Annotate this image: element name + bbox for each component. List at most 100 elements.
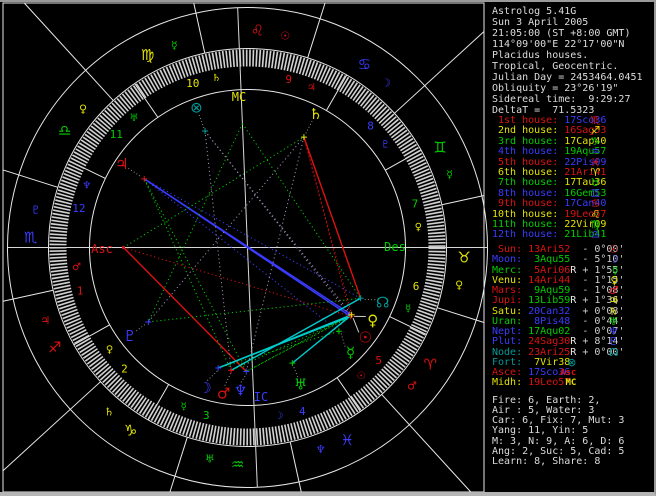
house-number: 4 xyxy=(299,405,306,418)
header-line: Astrolog 5.41G xyxy=(492,6,577,17)
sign-ruler-icon: ☿ xyxy=(446,168,453,181)
sign-glyph-taurus: ♉ xyxy=(458,248,471,266)
house-number: 10 xyxy=(186,77,199,90)
planet-glyph-sat: ♄ xyxy=(309,105,322,123)
planet-row: Midh: 19Leo57 MC xyxy=(492,377,577,389)
sign-boundary xyxy=(289,441,302,493)
sign-glyph-capricorn: ♑ xyxy=(124,421,137,439)
house-number: 3 xyxy=(203,409,210,422)
degree-mark xyxy=(215,364,222,371)
sign-glyph-scorpio: ♏ xyxy=(24,229,38,247)
planet-glyph-ven: ♀ xyxy=(367,312,378,330)
house-number: 11 xyxy=(110,128,123,141)
degree-mark xyxy=(300,134,307,141)
sign-glyph-aries: ♈ xyxy=(424,355,437,373)
sign-boundary xyxy=(381,394,472,493)
sign-glyph-aquarius: ♒ xyxy=(231,455,244,473)
header-line: Julian Day = 2453464.0451 xyxy=(492,72,643,84)
house-ruler-icon: ♇ xyxy=(381,139,390,150)
header-line: 114°09'00"E 22°17'00"N xyxy=(492,39,625,51)
sign-ruler-icon: ♀ xyxy=(79,103,87,116)
aspect-line xyxy=(204,130,352,317)
house-ruler-icon: ♅ xyxy=(129,113,138,124)
planet-pointer xyxy=(304,120,313,135)
aspect-line xyxy=(143,178,361,299)
sign-glyph-leo: ♌ xyxy=(251,22,264,40)
house-row: 12th house: 21Lib41 ♎ xyxy=(492,228,607,242)
sign-glyph-virgo: ♍ xyxy=(141,46,154,64)
house-number: 7 xyxy=(412,197,419,210)
sign-ruler-icon: ☉ xyxy=(280,29,290,42)
sign-boundary xyxy=(441,195,485,206)
sign-ruler-icon: ♄ xyxy=(104,405,114,418)
sign-boundary xyxy=(193,2,206,54)
header-line: Placidus houses. xyxy=(492,50,589,62)
sign-ruler-icon: ♃ xyxy=(40,314,50,327)
astrolog-window: ♈ ♂ ♉ ♀ ♊ ☿ ♋ ☽ ♌ ☉ ♍ ☿ ♎ ♀ ♏ ♇ ♐ ♃ ♑ ♄ ♒ ♅ ♓ ♆ 1 ♂ 2 ♀ 3 ☿ 4 ☽ 5 ☉ 6 ☿ 7 ♀ 8 ♇… xyxy=(0,0,656,496)
planet-glyph-moon: ☽ xyxy=(198,379,211,397)
aspect-line xyxy=(204,130,353,316)
aspect-line xyxy=(245,136,305,372)
house-ruler-icon: ☽ xyxy=(274,411,283,422)
sign-ruler-icon: ☿ xyxy=(171,39,178,52)
house-ruler-icon: ♂ xyxy=(72,262,81,273)
aspect-line xyxy=(218,330,340,369)
aspect-line xyxy=(230,315,351,371)
stat-line: Learn: 8, Share: 8 xyxy=(492,455,601,467)
aspect-line xyxy=(147,136,305,323)
house-number: 12 xyxy=(72,202,85,215)
angle-label-asc: Asc xyxy=(91,242,113,256)
planet-pointer xyxy=(198,114,205,129)
zodiac-ring: ♈♂♉♀♊☿♋☽♌ ☉♍☿♎♀♏♇♐♃♑♄♒♅♓♆ xyxy=(2,2,488,493)
planet-glyph-mar: ♂ xyxy=(217,385,230,403)
aspect-line xyxy=(123,136,305,248)
header-line: Obliquity = 23°26'19" xyxy=(492,83,619,95)
house-number: 9 xyxy=(285,73,292,86)
sign-boundary xyxy=(437,307,485,323)
planet-icon: ☊ xyxy=(608,345,619,359)
planet-pointer xyxy=(340,333,346,347)
chart-wheel: ♈♂♉♀♊☿♋☽♌ ☉♍☿♎♀♏♇♐♃♑♄♒♅♓♆1♂2♀3☿ 4☽5☉6☿7♀8♇… xyxy=(2,2,488,493)
sign-boundary xyxy=(23,2,114,101)
sign-boundary xyxy=(169,437,188,493)
aspect-line xyxy=(147,123,243,323)
sign-glyph-pisces: ♓ xyxy=(341,431,354,449)
sign-glyph-gemini: ♊ xyxy=(433,139,446,157)
house-ruler-icon: ♄ xyxy=(212,73,221,84)
sign-glyph-libra: ♎ xyxy=(58,122,71,140)
sign-ruler-icon: ♇ xyxy=(31,203,41,216)
planet-glyph-jup: ♃ xyxy=(115,155,128,173)
angle-label-des: Des xyxy=(384,240,406,254)
sign-glyph-sagittarius: ♐ xyxy=(48,338,61,356)
sign-ruler-icon: ☽ xyxy=(381,77,391,90)
sign-boundary xyxy=(2,381,101,472)
house-number: 8 xyxy=(367,119,374,132)
house-ruler-icon: ♃ xyxy=(307,82,316,93)
aspect-line xyxy=(143,178,340,332)
header-line: Tropical, Geocentric. xyxy=(492,61,619,73)
sign-ruler-icon: ♆ xyxy=(316,443,326,456)
sign-glyph-cancer: ♋ xyxy=(358,56,371,74)
house-number: 6 xyxy=(413,280,420,293)
degree-mark xyxy=(228,367,235,374)
planet-glyph-for: ⊗ xyxy=(190,99,203,117)
sign-boundary xyxy=(2,289,54,302)
planet-glyph-mer: ☿ xyxy=(346,343,355,361)
degree-mark xyxy=(202,128,209,135)
planet-pointer xyxy=(128,167,143,178)
planet-glyph-plu: ♇ xyxy=(123,327,136,345)
house-ruler-icon: ☿ xyxy=(181,402,187,413)
planet-glyph-nod: ☊ xyxy=(376,294,389,312)
house-ruler-icon: ☉ xyxy=(357,371,366,382)
sign-icon: ♎ xyxy=(590,228,601,242)
degree-mark xyxy=(145,318,152,325)
house-ruler-icon: ♀ xyxy=(415,222,422,233)
degree-mark xyxy=(335,328,342,335)
header-line: Sun 3 April 2005 xyxy=(492,17,589,29)
planet-glyph-nep: ♆ xyxy=(234,381,247,399)
aspect-line xyxy=(143,178,247,372)
aspect-line xyxy=(303,136,362,299)
sign-ruler-icon: ♂ xyxy=(407,379,417,392)
header-line: Sidereal time: 9:29:27 xyxy=(492,94,631,106)
planet-pointer xyxy=(136,323,147,332)
